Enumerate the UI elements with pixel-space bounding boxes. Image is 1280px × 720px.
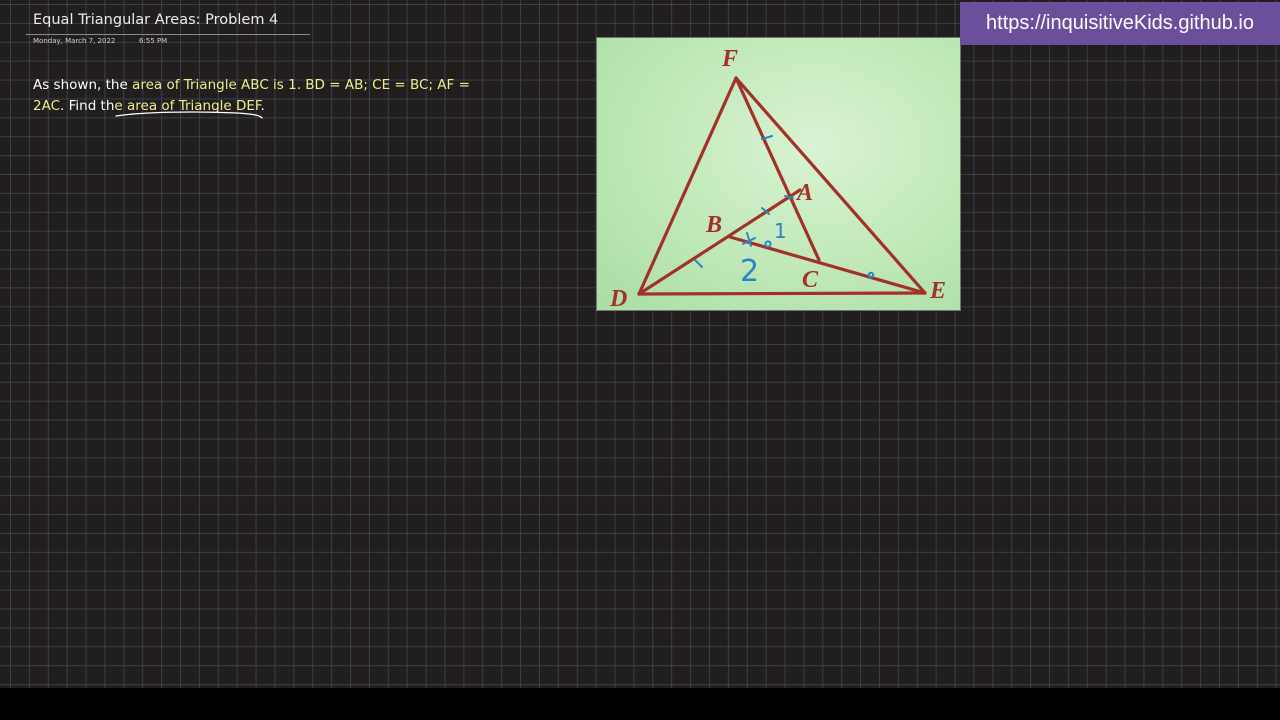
segment-fe (734, 76, 927, 295)
segment-be (728, 235, 927, 295)
vertex-label-f: F (721, 46, 738, 72)
page-title: Equal Triangular Areas: Problem 4 (33, 12, 279, 28)
tick-mark-ce (867, 271, 875, 279)
notebook-page: Equal Triangular Areas: Problem 4 Monday… (0, 0, 1280, 688)
tick-mark-bd (694, 259, 703, 268)
title-divider (26, 34, 310, 35)
triangle-figure: F A B C D E 1 2 (596, 37, 961, 312)
url-badge[interactable]: https://inquisitiveKids.github.io (960, 2, 1280, 45)
area-label-bdc: 2 (740, 254, 759, 289)
tick-mark-bc (764, 240, 772, 248)
page-date: Monday, March 7, 2022 (33, 37, 116, 45)
triangle-diagram: F A B C D E 1 2 (609, 46, 946, 312)
problem-text-part: . Find th (60, 98, 115, 114)
vertex-label-e: E (929, 278, 946, 304)
segment-de (637, 291, 927, 296)
vertex-label-d: D (609, 286, 627, 312)
vertex-label-a: A (795, 180, 813, 206)
vertex-label-b: B (705, 212, 722, 238)
problem-text-part: As shown, the (33, 77, 133, 93)
area-label-abc: 1 (774, 219, 787, 243)
handwritten-underline (115, 111, 263, 119)
page-time: 6:55 PM (139, 37, 168, 45)
problem-text-highlight: 2AC (33, 98, 61, 114)
problem-text-highlight: area of Triangle ABC is 1. BD = AB; CE =… (132, 77, 470, 93)
bottom-bar (0, 688, 1280, 720)
vertex-label-c: C (802, 267, 819, 293)
